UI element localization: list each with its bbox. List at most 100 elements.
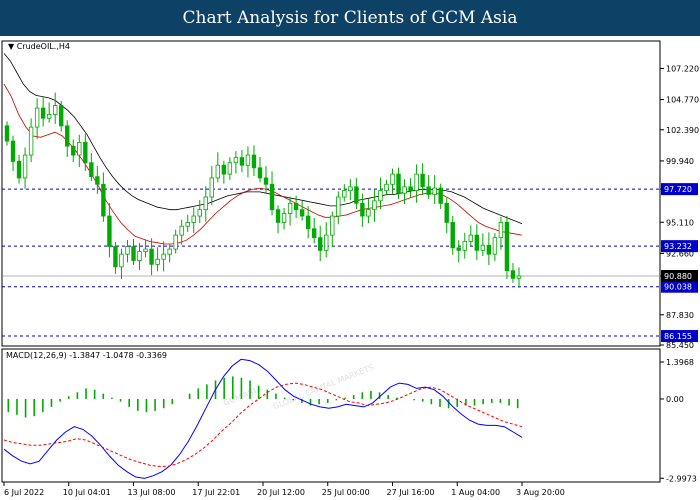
candle-body (155, 258, 160, 265)
current-price-tag-label: 90.880 (664, 272, 692, 281)
level-tag-label: 93.232 (664, 242, 692, 251)
candle-body (10, 140, 16, 162)
candle-body (504, 222, 510, 272)
candle-body (408, 186, 413, 192)
symbol-label[interactable]: ▼ CrudeOIL.,H4 (8, 42, 70, 51)
candle-body (239, 157, 245, 166)
candle-body (101, 183, 106, 217)
candle-body (137, 251, 142, 261)
time-tick-label: 3 Aug 20:00 (516, 488, 565, 497)
candle-body (143, 248, 148, 253)
candle-body (233, 157, 239, 164)
macd-label: MACD(12,26,9) -1.3847 -1.0478 -0.3369 (6, 351, 168, 360)
macd-tick-label: 0.00 (666, 395, 684, 404)
candle-body (414, 173, 419, 192)
chart-area[interactable]: GCMASIA GLOBAL CAPITAL MARKETS 107.220104… (0, 36, 700, 500)
candle-body (287, 202, 293, 214)
price-tick-label: 102.390 (666, 126, 699, 135)
candle-body (462, 241, 467, 251)
candle-body (360, 202, 365, 217)
time-tick-label: 17 Jul 22:01 (192, 488, 240, 497)
candle-body (420, 173, 425, 188)
candle-body (498, 222, 504, 239)
candle-body (293, 202, 299, 211)
candle-body (372, 200, 377, 211)
candle-body (330, 215, 335, 236)
candle-body (113, 246, 118, 268)
candle-body (40, 107, 46, 119)
candle-body (510, 270, 516, 279)
candle-body (203, 196, 208, 211)
candle-body (173, 234, 178, 250)
candle-body (396, 173, 401, 194)
candle-body (336, 196, 341, 217)
candle (504, 215, 510, 279)
candle-body (107, 215, 112, 247)
price-tick-label: 99.940 (666, 157, 694, 166)
candle-body (311, 228, 317, 239)
candle-body (378, 190, 383, 202)
time-tick-label: 13 Jul 08:00 (128, 488, 176, 497)
candle-body (22, 154, 28, 179)
candle-body (71, 145, 76, 156)
candle-body (269, 183, 275, 211)
candle-body (492, 237, 498, 255)
symbol-text: CrudeOIL.,H4 (16, 42, 70, 51)
candle-body (209, 177, 215, 198)
candle-body (348, 186, 353, 192)
price-axis: 107.220 104.770 102.390 99.940 97.720 95.110 9… (660, 64, 699, 350)
candle-body (444, 202, 449, 223)
macd-tick-label: -2.9973 (666, 474, 697, 483)
candle-body (52, 105, 58, 115)
candle-body (215, 164, 221, 179)
price-tick-label: 87.830 (666, 311, 694, 320)
price-tick-label: 95.110 (666, 218, 694, 227)
candle-body (432, 187, 437, 195)
candle-body (185, 222, 190, 227)
price-tick-label: 107.220 (666, 64, 699, 73)
candle-body (384, 183, 389, 192)
time-tick-label: 6 Jul 2022 (4, 488, 44, 497)
candle-body (281, 213, 287, 223)
candle-body (474, 234, 480, 251)
candle-body (438, 187, 443, 204)
candle-body (221, 164, 227, 175)
candle-body (468, 234, 474, 242)
macd-tick-label: 1.3968 (666, 358, 694, 367)
candle-body (263, 177, 269, 185)
price-panel-frame (1, 40, 661, 347)
candle-body (197, 209, 202, 217)
candle-body (390, 173, 395, 185)
candle-body (83, 141, 88, 164)
candle-body (450, 222, 455, 249)
candle-body (354, 186, 359, 204)
candle-body (125, 246, 130, 255)
candle-body (167, 248, 172, 255)
candle-body (299, 209, 305, 217)
candle-body (275, 209, 281, 223)
candle-body (516, 275, 522, 279)
candle-body (366, 209, 371, 217)
macd-panel-frame (1, 348, 661, 483)
candle-body (149, 248, 154, 265)
level-tag-label: 90.038 (664, 283, 692, 292)
candle-body (89, 162, 94, 178)
level-tag-label: 97.720 (664, 185, 692, 194)
price-tick-label: 104.770 (666, 96, 699, 105)
candle-body (486, 244, 492, 255)
candle-body (34, 107, 40, 128)
time-tick-label: 1 Aug 04:00 (451, 488, 500, 497)
candle-body (16, 161, 22, 179)
candle-body (342, 190, 347, 198)
candle-body (318, 237, 323, 251)
candle-body (426, 186, 431, 195)
candle-body (456, 247, 461, 251)
page-title: Chart Analysis for Clients of GCM Asia (0, 0, 700, 36)
candle-body (227, 162, 233, 175)
time-tick-label: 27 Jul 16:00 (387, 488, 435, 497)
time-tick-label: 10 Jul 04:01 (63, 488, 111, 497)
candle-body (77, 141, 82, 156)
time-tick-label: 25 Jul 00:00 (322, 488, 370, 497)
candle-body (95, 176, 100, 185)
candle-body (59, 105, 64, 127)
